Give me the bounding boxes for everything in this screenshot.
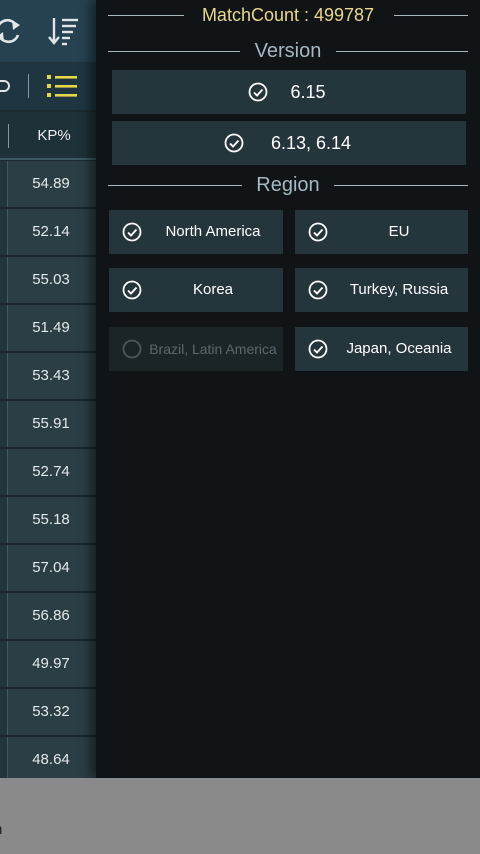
table-row[interactable]: 52.74 [0, 449, 96, 497]
kp-value: 55.18 [32, 511, 70, 528]
kp-value: 48.64 [32, 751, 70, 768]
row-edge [0, 401, 8, 447]
kp-rows: 54.89 52.14 55.03 51.49 53.43 55.91 52.74 55.18… [0, 161, 96, 778]
row-edge [0, 353, 8, 399]
version-option-1[interactable]: 6.15 [112, 70, 466, 114]
version-option-label: 6.13, 6.14 [270, 132, 352, 153]
table-row[interactable]: 57.04 [0, 545, 96, 593]
table-row[interactable]: 52.14 [0, 209, 96, 257]
check-circle-icon [248, 82, 268, 102]
kp-value: 51.49 [32, 319, 70, 336]
row-edge [0, 737, 8, 778]
heading-line [334, 185, 468, 186]
row-edge [0, 641, 8, 687]
kp-value: 54.89 [32, 175, 70, 192]
row-edge [0, 449, 8, 495]
table-row[interactable]: 51.49 [0, 305, 96, 353]
bottom-bar: n [0, 778, 480, 854]
kp-value: 57.04 [32, 559, 70, 576]
table-row[interactable]: 48.64 [0, 737, 96, 778]
row-edge [0, 545, 8, 591]
region-option[interactable]: Japan, Oceania [295, 327, 468, 371]
heading-line [336, 51, 468, 52]
grid-view-icon[interactable] [0, 72, 12, 100]
check-circle-icon [122, 222, 142, 242]
row-edge [0, 209, 8, 255]
check-circle-icon [308, 339, 328, 359]
kp-value: 55.03 [32, 271, 70, 288]
kp-value: 49.97 [32, 655, 70, 672]
table-row[interactable]: 54.89 [0, 161, 96, 209]
row-edge [0, 257, 8, 303]
column-divider [8, 124, 9, 148]
region-option[interactable]: North America [109, 210, 283, 254]
table-row[interactable]: 53.43 [0, 353, 96, 401]
refresh-icon[interactable] [0, 14, 22, 48]
kp-value: 52.74 [32, 463, 70, 480]
table-row[interactable]: 55.91 [0, 401, 96, 449]
row-edge [0, 305, 8, 351]
kp-value: 52.14 [32, 223, 70, 240]
empty-circle-icon [122, 339, 142, 359]
table-row[interactable]: 55.03 [0, 257, 96, 305]
table-row[interactable]: 56.86 [0, 593, 96, 641]
check-circle-icon [122, 280, 142, 300]
kp-value: 55.91 [32, 415, 70, 432]
version-option-2[interactable]: 6.13, 6.14 [112, 121, 466, 165]
region-option-label: Japan, Oceania [346, 340, 452, 357]
region-option-label: North America [165, 223, 261, 240]
region-option[interactable]: Turkey, Russia [295, 268, 468, 312]
region-option[interactable]: EU [295, 210, 468, 254]
toolbar-divider [28, 74, 29, 98]
version-option-label: 6.15 [290, 81, 326, 102]
check-circle-icon [224, 133, 244, 153]
version-heading: Version [108, 36, 468, 66]
results-panel: KP% 54.89 52.14 55.03 51.49 53.43 55.91 52.74 5… [0, 0, 96, 778]
row-edge [0, 593, 8, 639]
match-count-heading: MatchCount : 499787 [108, 0, 468, 30]
kp-header-label: KP% [37, 127, 71, 144]
table-row[interactable]: 49.97 [0, 641, 96, 689]
region-heading: Region [108, 170, 468, 200]
region-option-label: Turkey, Russia [349, 281, 449, 298]
check-circle-icon [308, 280, 328, 300]
region-option-label: Korea [192, 281, 234, 298]
region-option-label: Brazil, Latin America [149, 340, 277, 357]
row-edge [0, 161, 8, 207]
kp-column-header[interactable]: KP% [0, 112, 96, 160]
heading-line [394, 15, 468, 16]
table-row[interactable]: 53.32 [0, 689, 96, 737]
table-row[interactable]: 55.18 [0, 497, 96, 545]
top-toolbar [0, 0, 96, 62]
kp-value: 53.43 [32, 367, 70, 384]
view-toolbar [0, 62, 96, 110]
sort-icon[interactable] [48, 14, 80, 48]
region-option-label: EU [388, 223, 410, 240]
filter-drawer: MatchCount : 499787 Version 6.15 6.13, 6.… [96, 0, 480, 778]
region-option[interactable]: Korea [109, 268, 283, 312]
row-edge [0, 497, 8, 543]
bottom-bar-text: n [0, 821, 2, 838]
row-edge [0, 689, 8, 735]
list-view-icon[interactable] [46, 72, 78, 100]
kp-value: 53.32 [32, 703, 70, 720]
region-option: Brazil, Latin America [109, 327, 283, 371]
kp-value: 56.86 [32, 607, 70, 624]
check-circle-icon [308, 222, 328, 242]
